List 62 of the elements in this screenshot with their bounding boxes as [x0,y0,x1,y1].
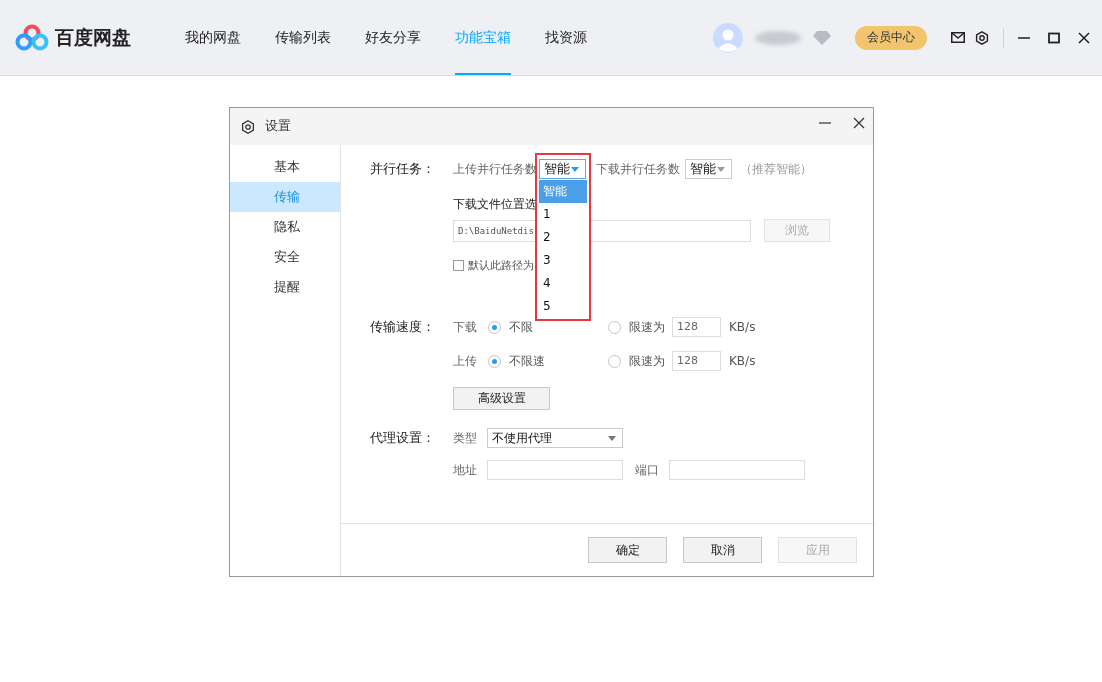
checkbox[interactable] [453,260,464,271]
speed-limit-field[interactable]: 128 [672,317,721,337]
path-field-end[interactable] [591,219,751,242]
unit-label: KB/s [729,320,756,334]
radio-label: 不限 [509,318,534,336]
sidebar-item[interactable]: 隐私 [230,212,340,242]
nav-tab[interactable]: 传输列表 [275,0,331,75]
maximize-icon[interactable] [1048,31,1060,44]
nav-tab[interactable]: 好友分享 [365,0,421,75]
caret-icon [608,435,616,441]
settings-icon[interactable] [975,30,989,45]
radio-button[interactable] [608,354,621,368]
dropdown-option[interactable]: 4 [539,272,587,295]
nav-tab[interactable]: 我的网盘 [185,0,241,75]
dropdown-option[interactable]: 2 [539,226,587,249]
checkbox-label: 默认此路径为 [468,258,534,273]
download-tasks-select[interactable]: 智能 [685,159,732,179]
address-label: 地址 [453,461,477,479]
diamond-icon[interactable] [813,30,831,45]
port-field[interactable] [669,460,805,480]
app-name: 百度网盘 [55,24,131,50]
upload-tasks-select[interactable]: 智能 [539,159,586,179]
mail-icon[interactable] [951,32,965,43]
download-tasks-label: 下载并行任务数 [596,160,680,178]
address-field[interactable] [487,460,623,480]
cloud-logo-icon [15,23,49,52]
dropdown-option[interactable]: 5 [539,295,587,318]
sidebar-item[interactable]: 提醒 [230,272,340,302]
upload-tasks-label: 上传并行任务数 [453,160,537,178]
direction-label: 上传 [453,352,477,370]
close-icon[interactable] [1078,31,1090,44]
caret-icon [717,166,725,172]
type-label: 类型 [453,429,477,447]
dialog-button[interactable]: 确定 [588,537,667,563]
caret-icon [571,166,579,172]
direction-label: 下载 [453,318,477,336]
radio-button[interactable] [488,354,501,368]
unit-label: KB/s [729,354,756,368]
sidebar-item[interactable]: 基本 [230,152,340,182]
speed-limit-field[interactable]: 128 [672,351,721,371]
advanced-settings-button[interactable]: 高级设置 [453,387,550,410]
radio-button[interactable] [608,320,621,334]
radio-label: 限速为 [629,352,665,370]
hint-text: （推荐智能） [740,160,812,178]
dropdown-option[interactable]: 3 [539,249,587,272]
radio-label: 限速为 [629,318,665,336]
path-field[interactable]: D:\BaiduNetdis [453,219,537,242]
radio-button[interactable] [488,320,501,334]
radio-label: 不限速 [509,352,546,370]
section-label: 并行任务： [370,160,436,178]
dialog-title: 设置 [265,118,291,135]
nav-tab[interactable]: 找资源 [545,0,587,75]
settings-icon [241,119,255,134]
port-label: 端口 [635,461,659,479]
proxy-type-select[interactable]: 不使用代理 [487,428,623,448]
close-icon[interactable] [853,116,865,129]
vip-center-button[interactable]: 会员中心 [855,25,927,50]
section-label: 传输速度： [370,318,436,336]
section-label: 代理设置： [370,429,436,447]
sidebar-item[interactable]: 安全 [230,242,340,272]
dropdown-option[interactable]: 1 [539,203,587,226]
dialog-button[interactable]: 取消 [683,537,762,563]
